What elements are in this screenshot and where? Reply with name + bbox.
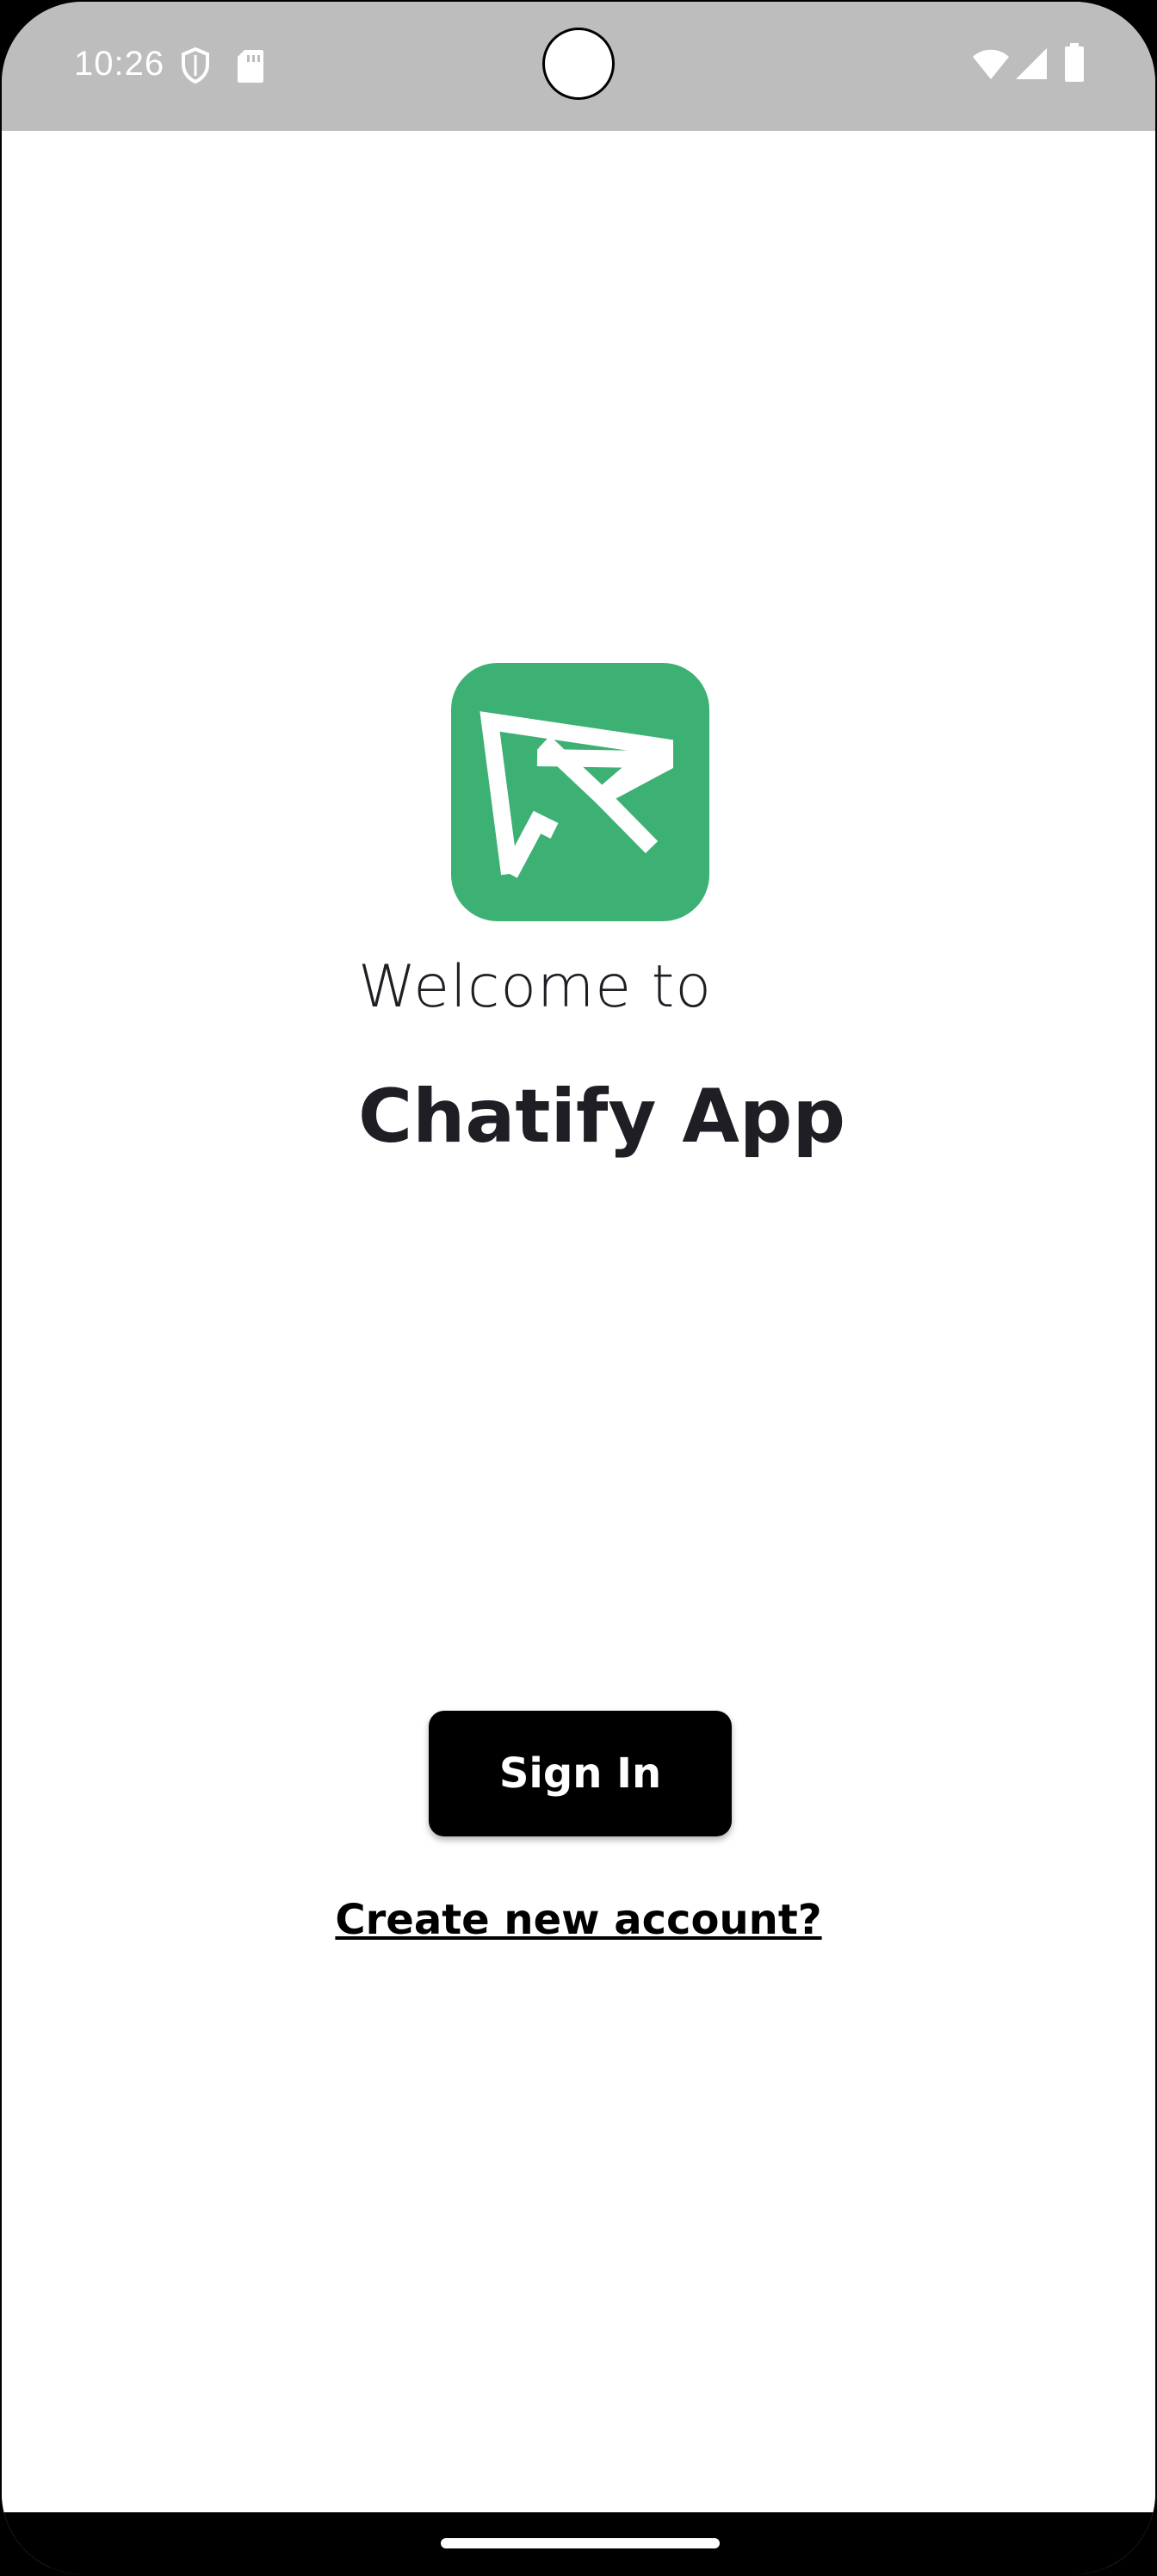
app-name-heading: Chatify App [358, 1074, 846, 1160]
app-logo [451, 663, 709, 921]
camera-cutout [542, 28, 615, 100]
send-arrow-logo-icon [480, 711, 673, 878]
sd-card-icon [236, 48, 265, 89]
device-frame: 10:26 Welcome to Chatify App Sign In Cre… [0, 0, 1157, 2576]
status-bar: 10:26 [2, 2, 1155, 131]
welcome-text: Welcome to [358, 953, 712, 1021]
create-account-link[interactable]: Create new account? [2, 1896, 1155, 1944]
navigation-bar [2, 2512, 1155, 2574]
shield-icon [181, 46, 210, 89]
cellular-signal-icon [1014, 46, 1049, 85]
wifi-icon [971, 48, 1011, 85]
battery-icon [1064, 43, 1085, 87]
status-time: 10:26 [74, 45, 165, 83]
home-indicator[interactable] [441, 2538, 720, 2548]
welcome-screen: Welcome to Chatify App Sign In Create ne… [2, 131, 1155, 2516]
sign-in-button[interactable]: Sign In [429, 1711, 732, 1836]
